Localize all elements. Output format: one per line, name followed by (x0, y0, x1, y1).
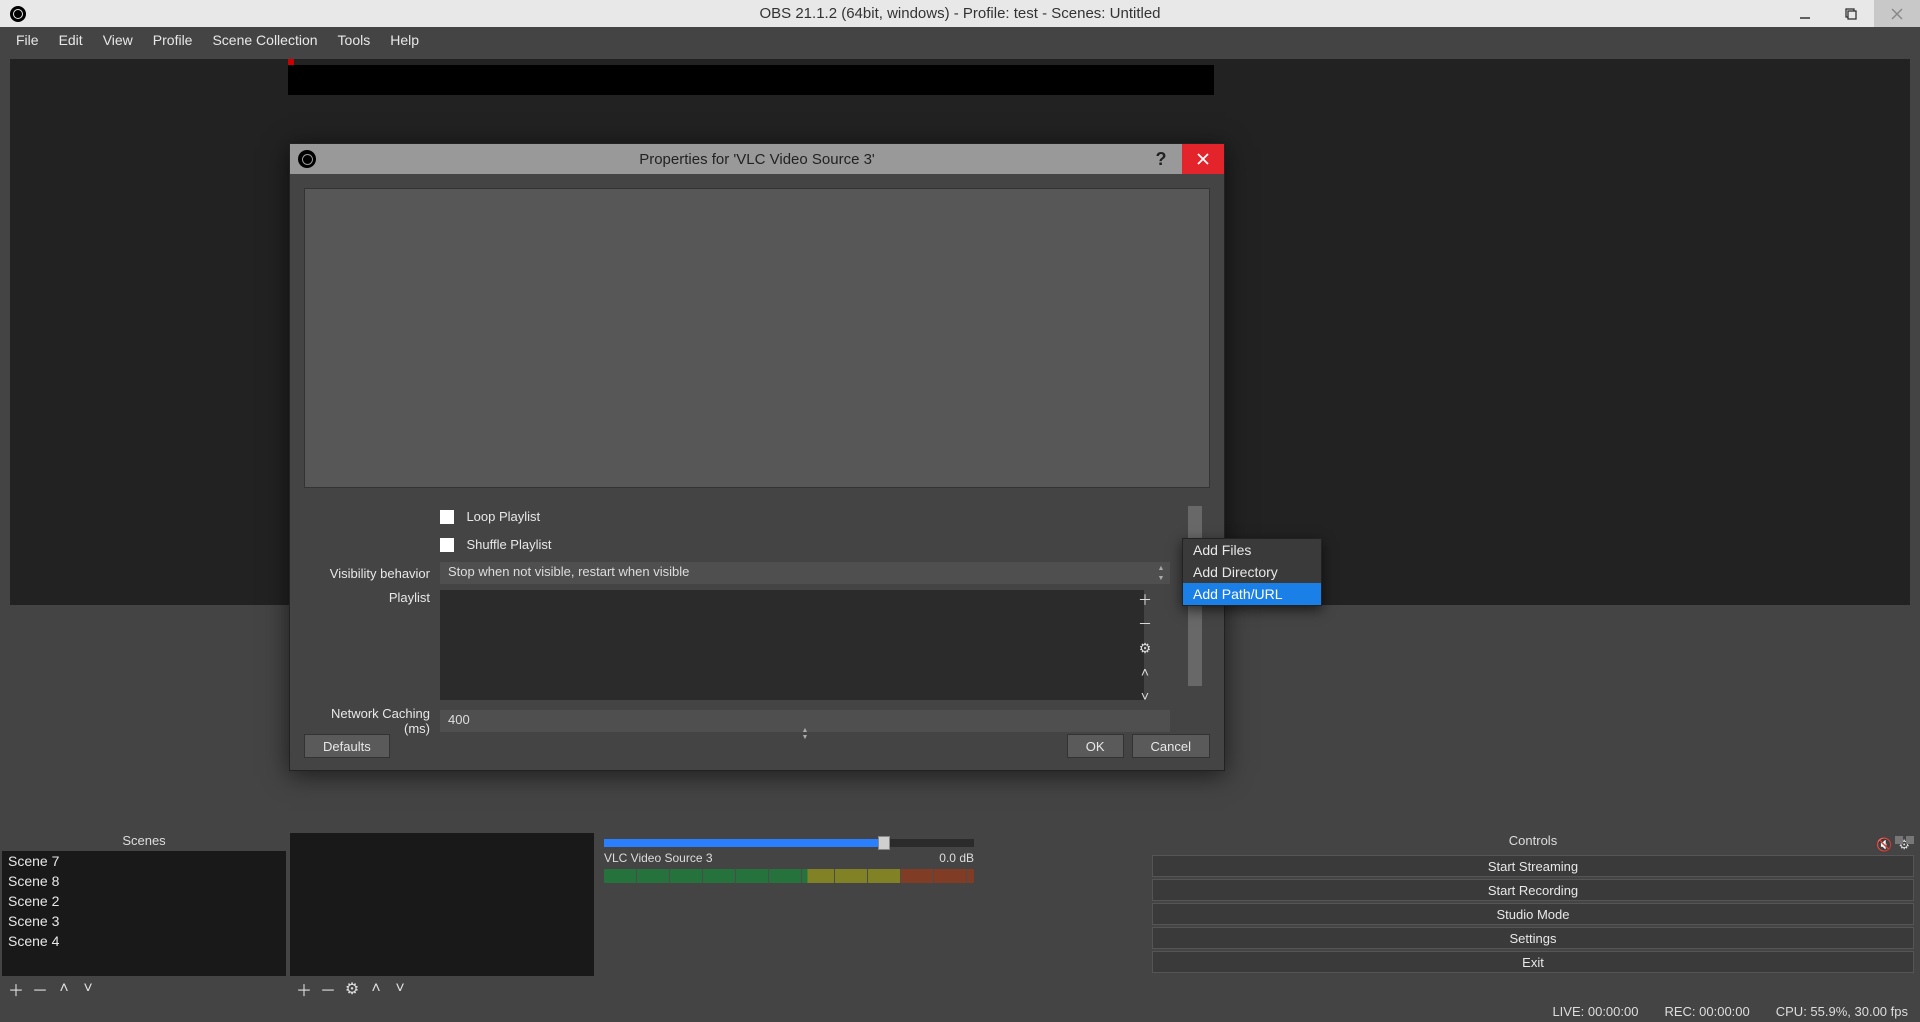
menu-edit[interactable]: Edit (49, 29, 93, 51)
ctx-add-path-url[interactable]: Add Path/URL (1183, 583, 1321, 605)
mixer-level: 0.0 dB (939, 851, 974, 865)
playlist-config-button[interactable]: ⚙ (1134, 638, 1156, 658)
dialog-preview (304, 188, 1210, 488)
chevron-down-icon[interactable]: ▼ (1154, 573, 1168, 583)
cancel-button[interactable]: Cancel (1132, 734, 1210, 758)
settings-button[interactable]: Settings (1152, 927, 1914, 949)
plus-icon[interactable]: ＋ (296, 977, 312, 1001)
shuffle-playlist-checkbox[interactable] (440, 538, 454, 552)
loop-playlist-label: Loop Playlist (466, 509, 540, 524)
chevron-up-icon[interactable]: ▲ (1154, 563, 1168, 573)
minimize-button[interactable] (1782, 0, 1828, 27)
bottom-panels: Scenes Scene 7 Scene 8 Scene 2 Scene 3 S… (2, 833, 1918, 1001)
transitions-panel (990, 833, 1144, 1001)
menu-profile[interactable]: Profile (143, 29, 203, 51)
chevron-up-icon[interactable]: ˄ (368, 980, 384, 998)
ok-button[interactable]: OK (1067, 734, 1124, 758)
dialog-title: Properties for 'VLC Video Source 3' (639, 151, 875, 168)
menu-view[interactable]: View (93, 29, 143, 51)
close-button[interactable] (1874, 0, 1920, 27)
obs-logo-icon (298, 150, 316, 168)
start-recording-button[interactable]: Start Recording (1152, 879, 1914, 901)
main-area: Scenes Scene 7 Scene 8 Scene 2 Scene 3 S… (0, 53, 1920, 1001)
menu-tools[interactable]: Tools (328, 29, 381, 51)
scene-item[interactable]: Scene 3 (2, 911, 286, 931)
exit-button[interactable]: Exit (1152, 951, 1914, 973)
chevron-up-icon[interactable]: ˄ (1134, 662, 1156, 682)
properties-form: Loop Playlist Shuffle Playlist Visibilit… (304, 506, 1210, 732)
chevron-down-icon[interactable]: ˅ (1134, 686, 1156, 706)
scene-item[interactable]: Scene 8 (2, 871, 286, 891)
preview-source-box[interactable] (288, 65, 1214, 95)
visibility-value: Stop when not visible, restart when visi… (448, 564, 689, 579)
status-cpu: CPU: 55.9%, 30.00 fps (1776, 1004, 1908, 1019)
controls-panel: Controls Start Streaming Start Recording… (1148, 833, 1918, 1001)
menu-scene-collection[interactable]: Scene Collection (202, 29, 327, 51)
status-live: LIVE: 00:00:00 (1552, 1004, 1638, 1019)
chevron-down-icon[interactable]: ˅ (392, 980, 408, 998)
scenes-list[interactable]: Scene 7 Scene 8 Scene 2 Scene 3 Scene 4 (2, 851, 286, 976)
ctx-add-directory[interactable]: Add Directory (1183, 561, 1321, 583)
menu-help[interactable]: Help (380, 29, 429, 51)
scenes-panel: Scenes Scene 7 Scene 8 Scene 2 Scene 3 S… (2, 833, 286, 1001)
menu-file[interactable]: File (6, 29, 49, 51)
obs-logo-icon (10, 6, 26, 22)
sources-panel: ＋ － ⚙ ˄ ˅ (290, 833, 594, 1001)
sources-list[interactable] (290, 833, 594, 976)
help-button[interactable]: ? (1140, 144, 1182, 174)
scene-item[interactable]: Scene 7 (2, 851, 286, 871)
gear-icon[interactable]: ⚙ (344, 979, 360, 999)
close-button[interactable] (1182, 144, 1224, 174)
ctx-add-files[interactable]: Add Files (1183, 539, 1321, 561)
chevron-up-icon[interactable]: ˄ (56, 980, 72, 998)
mixer-source-name: VLC Video Source 3 (604, 851, 713, 865)
visibility-label: Visibility behavior (304, 566, 440, 581)
visibility-select[interactable]: Stop when not visible, restart when visi… (440, 562, 1170, 584)
os-titlebar: OBS 21.1.2 (64bit, windows) - Profile: t… (0, 0, 1920, 27)
status-bar: LIVE: 00:00:00 REC: 00:00:00 CPU: 55.9%,… (0, 1001, 1920, 1022)
network-caching-input[interactable]: 400 ▲▼ (440, 710, 1170, 732)
window-title: OBS 21.1.2 (64bit, windows) - Profile: t… (759, 5, 1160, 22)
playlist-add-context-menu: Add Files Add Directory Add Path/URL (1182, 538, 1322, 606)
playlist-listbox[interactable] (440, 590, 1144, 700)
maximize-button[interactable] (1828, 0, 1874, 27)
chevron-down-icon[interactable]: ˅ (80, 980, 96, 998)
playlist-remove-button[interactable]: － (1134, 614, 1156, 634)
network-caching-value: 400 (448, 712, 470, 727)
controls-title: Controls (1509, 833, 1557, 848)
shuffle-playlist-label: Shuffle Playlist (466, 537, 551, 552)
start-streaming-button[interactable]: Start Streaming (1152, 855, 1914, 877)
properties-dialog: Properties for 'VLC Video Source 3' ? Lo… (289, 143, 1225, 771)
scenes-title: Scenes (2, 833, 286, 851)
preview-selection-handle[interactable] (288, 59, 294, 65)
minus-icon[interactable]: － (320, 977, 336, 1001)
audio-meter (604, 869, 974, 883)
chevron-up-icon[interactable]: ▲ (448, 727, 1162, 734)
minus-icon[interactable]: － (32, 977, 48, 1001)
loop-playlist-checkbox[interactable] (440, 510, 454, 524)
network-caching-label: Network Caching (ms) (304, 706, 440, 736)
status-rec: REC: 00:00:00 (1664, 1004, 1749, 1019)
defaults-button[interactable]: Defaults (304, 734, 390, 758)
plus-icon[interactable]: ＋ (8, 977, 24, 1001)
studio-mode-button[interactable]: Studio Mode (1152, 903, 1914, 925)
menubar: File Edit View Profile Scene Collection … (0, 27, 1920, 53)
scene-item[interactable]: Scene 4 (2, 931, 286, 951)
volume-slider[interactable] (604, 839, 974, 847)
mixer-panel: 🔇 ⚙ VLC Video Source 3 0.0 dB (598, 833, 986, 1001)
dialog-titlebar[interactable]: Properties for 'VLC Video Source 3' ? (290, 144, 1224, 174)
popout-icon[interactable] (1895, 836, 1903, 844)
playlist-label: Playlist (304, 590, 440, 605)
close-panel-icon[interactable] (1906, 836, 1914, 844)
scene-item[interactable]: Scene 2 (2, 891, 286, 911)
playlist-add-button[interactable]: ＋ (1134, 590, 1156, 610)
